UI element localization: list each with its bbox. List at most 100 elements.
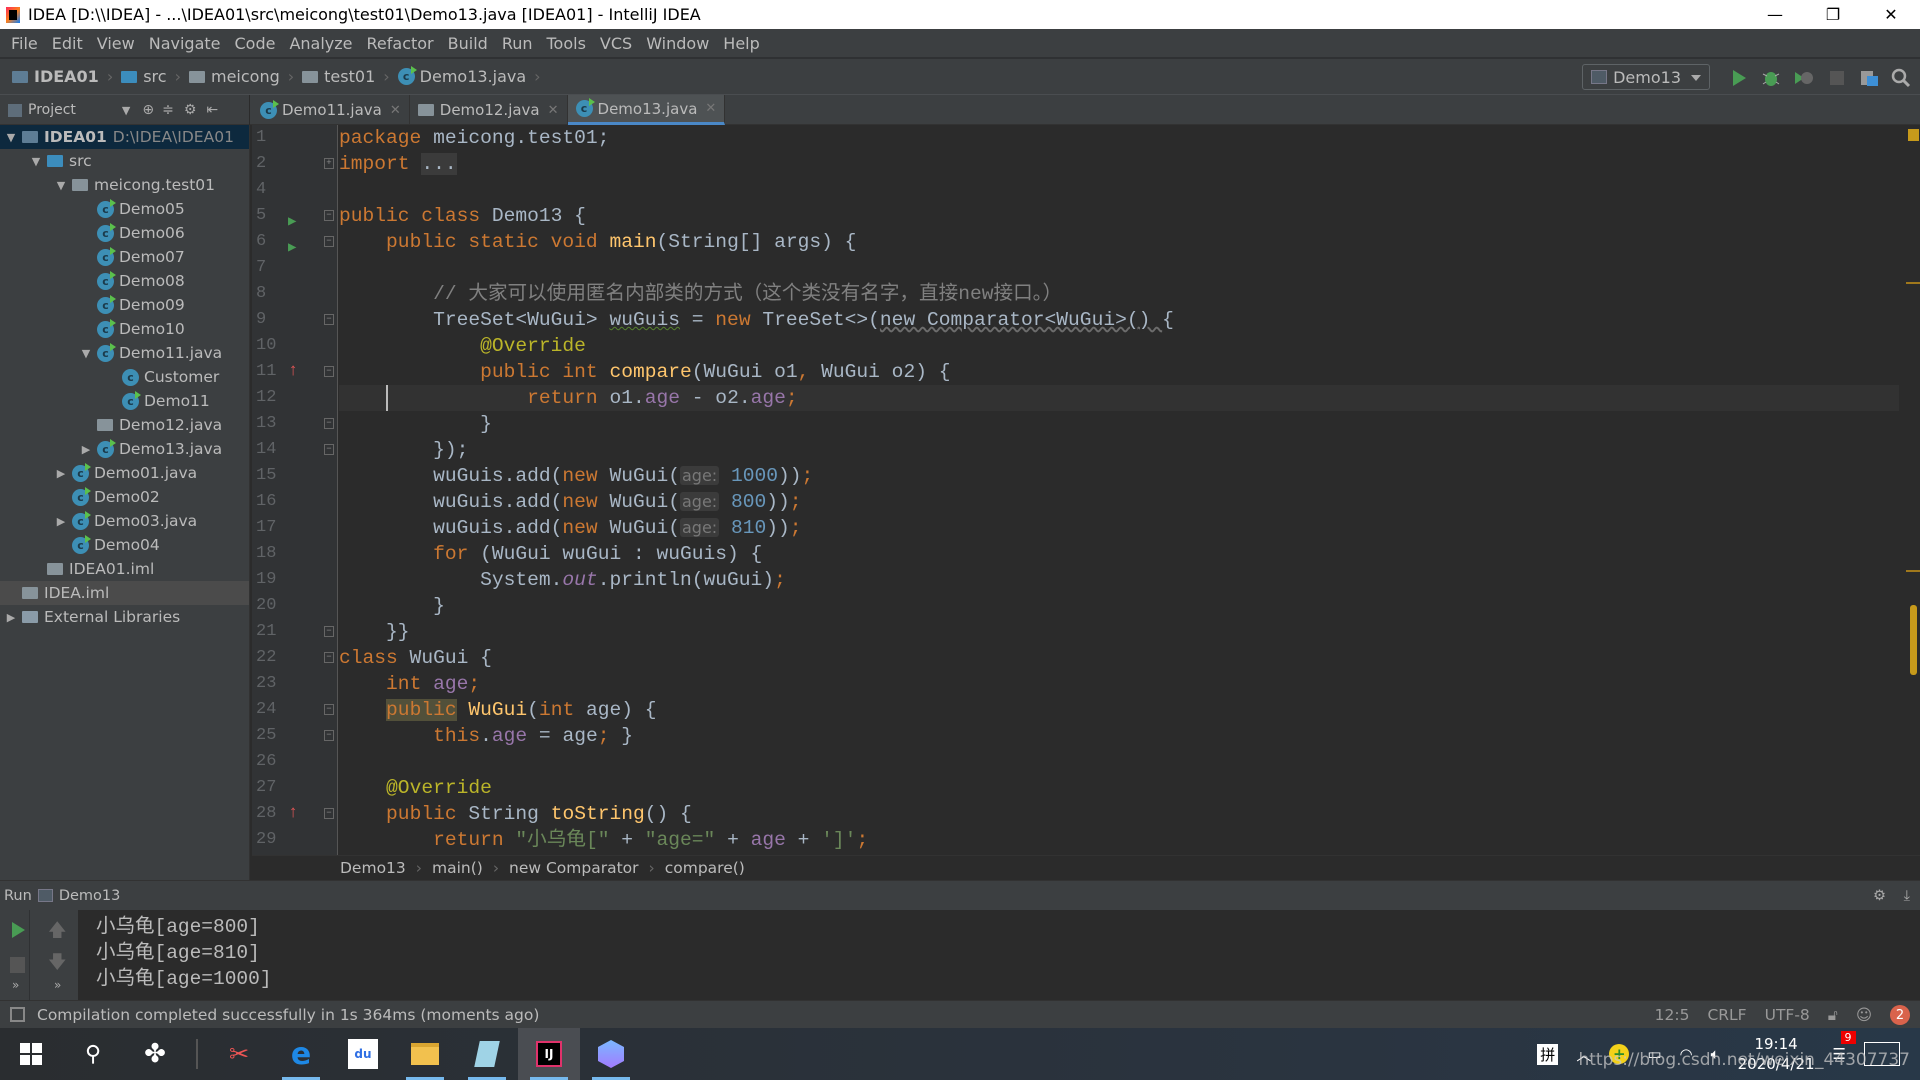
breadcrumb-item[interactable]: main(): [432, 859, 483, 877]
tree-item[interactable]: ▶ c Demo03.java: [0, 509, 249, 533]
tree-item[interactable]: IDEA01.iml: [0, 557, 249, 581]
fold-marker-icon[interactable]: −: [324, 444, 334, 455]
code-line[interactable]: return o1.age - o2.age;: [339, 385, 1899, 411]
code-line[interactable]: TreeSet<WuGui> wuGuis = new TreeSet<>(ne…: [339, 307, 1899, 333]
gear-icon[interactable]: ⚙: [1873, 888, 1886, 904]
code-line[interactable]: }: [339, 593, 1899, 619]
code-line[interactable]: public String toString() {: [339, 801, 1899, 827]
more-icon[interactable]: »: [54, 978, 61, 992]
tree-item[interactable]: ▼ src: [0, 149, 249, 173]
chevron-right-icon[interactable]: ▶: [4, 611, 18, 624]
chevron-down-icon[interactable]: ▼: [54, 179, 68, 192]
editor-scrollbar[interactable]: [1906, 125, 1920, 855]
code-line[interactable]: public WuGui(int age) {: [339, 697, 1899, 723]
task-view-button[interactable]: ✤: [124, 1028, 186, 1080]
menu-build[interactable]: Build: [441, 34, 495, 53]
nav-crumb[interactable]: meicong ›: [188, 67, 294, 86]
menu-window[interactable]: Window: [639, 34, 716, 53]
start-button[interactable]: [0, 1028, 62, 1080]
close-icon[interactable]: ✕: [548, 103, 559, 118]
tree-item[interactable]: c Demo05: [0, 197, 249, 221]
taskbar-snipping[interactable]: ✂: [208, 1028, 270, 1080]
tree-item[interactable]: ▶ c Demo13.java: [0, 437, 249, 461]
nav-crumb[interactable]: test01 ›: [302, 67, 390, 86]
code-line[interactable]: public class Demo13 {: [339, 203, 1899, 229]
tree-item[interactable]: c Demo02: [0, 485, 249, 509]
tree-item[interactable]: c Demo11: [0, 389, 249, 413]
code-line[interactable]: [339, 255, 1899, 281]
chevron-down-icon[interactable]: ▼: [29, 155, 43, 168]
code-line[interactable]: public int compare(WuGui o1, WuGui o2) {: [339, 359, 1899, 385]
chevron-down-icon[interactable]: ▼: [79, 347, 93, 360]
overrides-method-icon[interactable]: ↑: [288, 801, 298, 827]
hide-icon[interactable]: ⇤: [206, 102, 218, 118]
debug-icon[interactable]: [1760, 67, 1782, 89]
code-line[interactable]: [339, 177, 1899, 203]
file-encoding[interactable]: UTF-8: [1765, 1006, 1810, 1024]
menu-code[interactable]: Code: [228, 34, 283, 53]
status-message[interactable]: Compilation completed successfully in 1s…: [37, 1006, 539, 1024]
lock-icon[interactable]: 🔓︎: [1828, 1006, 1838, 1025]
fold-marker-icon[interactable]: −: [324, 730, 334, 741]
code-line[interactable]: @Override: [339, 333, 1899, 359]
close-icon[interactable]: ✕: [390, 103, 401, 118]
tree-item[interactable]: ▼ IDEA01 D:\IDEA\IDEA01: [0, 125, 249, 149]
code-line[interactable]: System.out.println(wuGui);: [339, 567, 1899, 593]
tree-item[interactable]: ▼ c Demo11.java: [0, 341, 249, 365]
inspector-icon[interactable]: ☺: [1856, 1006, 1872, 1024]
run-tab-label[interactable]: Demo13: [59, 888, 121, 904]
run-console-output[interactable]: 小乌龟[age=800] 小乌龟[age=810] 小乌龟[age=1000]: [78, 910, 1920, 1000]
chevron-right-icon[interactable]: ▶: [54, 467, 68, 480]
menu-navigate[interactable]: Navigate: [142, 34, 228, 53]
fold-marker-icon[interactable]: −: [324, 236, 334, 247]
menu-tools[interactable]: Tools: [540, 34, 593, 53]
error-stripe-mark[interactable]: [1906, 570, 1920, 572]
tab-demo11-java[interactable]: c Demo11.java ✕: [252, 95, 410, 125]
code-line[interactable]: for (WuGui wuGui : wuGuis) {: [339, 541, 1899, 567]
code-line[interactable]: wuGuis.add(new WuGui(age: 810));: [339, 515, 1899, 541]
caret-position[interactable]: 12:5: [1655, 1006, 1690, 1024]
menu-vcs[interactable]: VCS: [593, 34, 639, 53]
tree-item[interactable]: Demo12.java: [0, 413, 249, 437]
menu-run[interactable]: Run: [495, 34, 540, 53]
event-log-badge[interactable]: 2: [1890, 1005, 1910, 1025]
stop-icon[interactable]: [1826, 67, 1848, 89]
minimize-button[interactable]: —: [1746, 0, 1804, 29]
menu-file[interactable]: File: [4, 34, 45, 53]
close-icon[interactable]: ✕: [705, 101, 716, 116]
code-line[interactable]: wuGuis.add(new WuGui(age: 800));: [339, 489, 1899, 515]
fold-marker-icon[interactable]: −: [324, 314, 334, 325]
project-structure-icon[interactable]: [1858, 67, 1880, 89]
menu-analyze[interactable]: Analyze: [282, 34, 359, 53]
fold-marker-icon[interactable]: −: [324, 418, 334, 429]
fold-marker-icon[interactable]: −: [324, 626, 334, 637]
scrollbar-thumb[interactable]: [1910, 605, 1917, 675]
menu-help[interactable]: Help: [716, 34, 766, 53]
more-icon[interactable]: »: [12, 978, 19, 992]
menu-view[interactable]: View: [90, 34, 142, 53]
locate-icon[interactable]: ⊕: [142, 102, 154, 118]
fold-marker-icon[interactable]: −: [324, 210, 334, 221]
menu-refactor[interactable]: Refactor: [360, 34, 441, 53]
chevron-down-icon[interactable]: ▼: [122, 104, 130, 117]
restore-button[interactable]: ❐: [1804, 0, 1862, 29]
tree-item[interactable]: ▶ c Demo01.java: [0, 461, 249, 485]
code-line[interactable]: public static void main(String[] args) {: [339, 229, 1899, 255]
taskbar-photos[interactable]: [580, 1028, 642, 1080]
gear-icon[interactable]: ⚙: [184, 102, 197, 118]
chevron-down-icon[interactable]: ▼: [4, 131, 18, 144]
tree-item[interactable]: ▼ meicong.test01: [0, 173, 249, 197]
breadcrumb-item[interactable]: new Comparator: [509, 859, 639, 877]
tree-item[interactable]: c Demo04: [0, 533, 249, 557]
code-line[interactable]: @Override: [339, 775, 1899, 801]
code-line[interactable]: int age;: [339, 671, 1899, 697]
tree-item[interactable]: c Demo07: [0, 245, 249, 269]
taskbar-edge[interactable]: e: [270, 1028, 332, 1080]
fold-marker-icon[interactable]: −: [324, 652, 334, 663]
taskbar-intellij[interactable]: IJ: [518, 1028, 580, 1080]
warning-indicator-icon[interactable]: [1908, 129, 1919, 141]
fold-marker-icon[interactable]: −: [324, 366, 334, 377]
code-line[interactable]: wuGuis.add(new WuGui(age: 1000));: [339, 463, 1899, 489]
run-with-coverage-icon[interactable]: [1792, 67, 1814, 89]
tab-demo13-java[interactable]: c Demo13.java ✕: [567, 95, 726, 125]
